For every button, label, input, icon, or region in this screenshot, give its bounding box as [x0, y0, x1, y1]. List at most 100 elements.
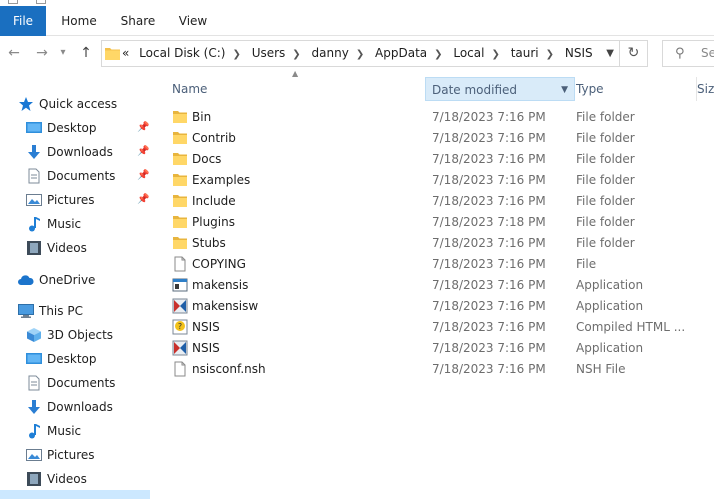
documents-icon	[28, 375, 40, 391]
address-bar[interactable]: « Local Disk (C:) ❯ Users ❯ danny ❯ AppData…	[101, 40, 620, 67]
sidebar-item-desktop[interactable]: Desktop 📌	[26, 116, 150, 140]
file-type: Application	[576, 299, 644, 313]
file-explorer-window: File Home Share View ← → ▾ ↑ « Local Dis…	[0, 0, 714, 499]
tab-share[interactable]: Share	[112, 6, 164, 36]
chevron-right-icon[interactable]: ❯	[434, 49, 442, 60]
music-icon	[29, 217, 40, 232]
file-row[interactable]: NSIS 7/18/2023 7:16 PM Application	[150, 338, 714, 359]
folder-icon	[173, 195, 187, 207]
search-box[interactable]: ⚲ Se	[662, 40, 714, 67]
sidebar-item-label: Quick access	[39, 97, 118, 111]
file-row[interactable]: Bin 7/18/2023 7:16 PM File folder	[150, 107, 714, 128]
folder-icon	[173, 216, 187, 228]
file-date: 7/18/2023 7:16 PM	[432, 257, 546, 271]
videos-icon	[27, 241, 41, 255]
chevron-right-icon[interactable]: ❯	[491, 49, 499, 60]
sidebar-item-label: This PC	[39, 304, 83, 318]
nsis-app-icon	[172, 340, 188, 356]
breadcrumb-danny[interactable]: danny	[312, 46, 349, 60]
cloud-icon	[18, 275, 34, 285]
cube-icon	[27, 328, 41, 342]
folder-icon	[173, 174, 187, 186]
column-header-size[interactable]: Size	[696, 77, 714, 101]
file-row[interactable]: Include 7/18/2023 7:16 PM File folder	[150, 191, 714, 212]
back-arrow-icon[interactable]: ←	[4, 42, 24, 64]
up-arrow-icon[interactable]: ↑	[76, 42, 96, 64]
file-row[interactable]: Stubs 7/18/2023 7:16 PM File folder	[150, 233, 714, 254]
sidebar-item-pictures[interactable]: Pictures 📌	[26, 188, 150, 212]
file-row[interactable]: Docs 7/18/2023 7:16 PM File folder	[150, 149, 714, 170]
tab-file[interactable]: File	[0, 6, 46, 36]
sidebar-item-label: Desktop	[47, 121, 97, 135]
sidebar-item-label: OneDrive	[39, 273, 96, 287]
forward-arrow-icon[interactable]: →	[32, 42, 52, 64]
recent-locations-chevron-icon[interactable]: ▾	[56, 42, 70, 64]
file-row[interactable]: Examples 7/18/2023 7:16 PM File folder	[150, 170, 714, 191]
chevron-down-icon[interactable]: ▼	[561, 78, 568, 102]
file-row[interactable]: Plugins 7/18/2023 7:18 PM File folder	[150, 212, 714, 233]
sidebar-item-label: Documents	[47, 376, 116, 390]
sidebar-item-label: Music	[47, 424, 82, 438]
sidebar-item-label: Music	[47, 217, 82, 231]
column-header-date-modified[interactable]: Date modified ▼	[425, 77, 575, 101]
sidebar-selected-item[interactable]	[0, 490, 150, 499]
chevron-right-icon[interactable]: ❯	[232, 49, 240, 60]
search-placeholder: Se	[701, 46, 714, 60]
file-name: Stubs	[192, 236, 226, 250]
nsis-app-icon	[172, 298, 188, 314]
breadcrumb-tauri[interactable]: tauri	[511, 46, 539, 60]
column-header-type[interactable]: Type	[576, 77, 604, 101]
navigation-bar: ← → ▾ ↑ « Local Disk (C:) ❯ Users ❯ danny ❯…	[0, 36, 714, 72]
file-date: 7/18/2023 7:16 PM	[432, 236, 546, 250]
sidebar-item-label: 3D Objects	[47, 328, 114, 342]
file-date: 7/18/2023 7:16 PM	[432, 131, 546, 145]
file-date: 7/18/2023 7:16 PM	[432, 152, 546, 166]
pictures-icon	[26, 194, 42, 206]
file-name: nsisconf.nsh	[192, 362, 266, 376]
chevron-right-icon[interactable]: ❯	[546, 49, 554, 60]
breadcrumb-appdata[interactable]: AppData	[375, 46, 427, 60]
column-header-name[interactable]: Name	[172, 77, 207, 101]
folder-icon	[173, 153, 187, 165]
chevron-down-icon[interactable]: ▼	[606, 41, 614, 66]
file-date: 7/18/2023 7:16 PM	[432, 278, 546, 292]
file-name: makensisw	[192, 299, 259, 313]
file-type: File folder	[576, 194, 635, 208]
file-name: Examples	[192, 173, 251, 187]
breadcrumb-users[interactable]: Users	[252, 46, 286, 60]
file-name: Bin	[192, 110, 212, 124]
pin-icon[interactable]: 📌	[137, 164, 149, 188]
breadcrumb-overflow-icon[interactable]: «	[122, 46, 129, 60]
chevron-right-icon[interactable]: ❯	[356, 49, 364, 60]
file-date: 7/18/2023 7:18 PM	[432, 215, 546, 229]
pin-icon[interactable]: 📌	[137, 188, 149, 212]
file-row[interactable]: makensis 7/18/2023 7:16 PM Application	[150, 275, 714, 296]
quick-access-toolbar-icon[interactable]	[36, 0, 46, 4]
refresh-icon[interactable]: ↻	[620, 40, 648, 67]
file-type: File folder	[576, 236, 635, 250]
music-icon	[29, 424, 40, 439]
file-type: File folder	[576, 131, 635, 145]
file-row[interactable]: makensisw 7/18/2023 7:16 PM Application	[150, 296, 714, 317]
breadcrumb-local-disk[interactable]: Local Disk (C:)	[139, 46, 225, 60]
tab-home[interactable]: Home	[52, 6, 106, 36]
file-row[interactable]: COPYING 7/18/2023 7:16 PM File	[150, 254, 714, 275]
folder-icon	[173, 237, 187, 249]
sidebar-item-documents[interactable]: Documents 📌	[26, 164, 150, 188]
file-row[interactable]: ? NSIS 7/18/2023 7:16 PM Compiled HTML .…	[150, 317, 714, 338]
computer-icon	[18, 304, 34, 318]
search-icon: ⚲	[675, 46, 685, 61]
file-name: COPYING	[192, 257, 246, 271]
pictures-icon	[26, 449, 42, 461]
folder-icon	[173, 132, 187, 144]
pin-icon[interactable]: 📌	[137, 140, 149, 164]
sidebar-item-downloads[interactable]: Downloads 📌	[26, 140, 150, 164]
file-row[interactable]: Contrib 7/18/2023 7:16 PM File folder	[150, 128, 714, 149]
pin-icon[interactable]: 📌	[137, 116, 149, 140]
tab-view[interactable]: View	[170, 6, 216, 36]
videos-icon	[27, 472, 41, 486]
chevron-right-icon[interactable]: ❯	[292, 49, 300, 60]
breadcrumb-local[interactable]: Local	[453, 46, 484, 60]
file-row[interactable]: nsisconf.nsh 7/18/2023 7:16 PM NSH File	[150, 359, 714, 380]
breadcrumb-nsis[interactable]: NSIS	[565, 46, 593, 60]
